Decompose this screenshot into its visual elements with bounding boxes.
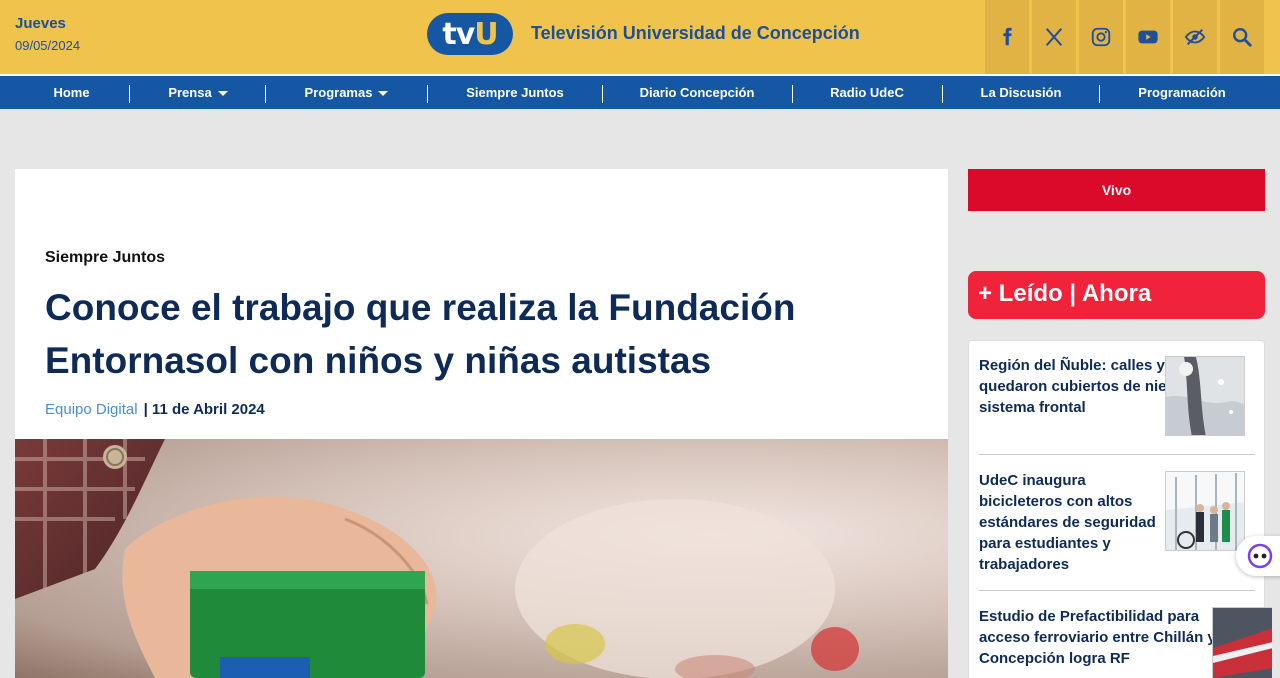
article-headline: Conoce el trabajo que realiza la Fundaci… — [45, 287, 796, 381]
youtube-icon[interactable] — [1126, 0, 1170, 74]
divider — [979, 590, 1255, 591]
article-category[interactable]: Siempre Juntos — [45, 249, 165, 267]
article-author-link[interactable]: Equipo Digital — [45, 401, 138, 418]
accessibility-icon[interactable] — [1173, 0, 1217, 74]
main-nav: Home Prensa Programas Siempre Juntos Dia… — [0, 74, 1280, 109]
top-header: Jueves 09/05/2024 tvU Televisión Univers… — [0, 0, 1280, 74]
most-read-header: + Leído | Ahora — [968, 271, 1265, 319]
article-byline: Equipo Digital | 11 de Abril 2024 — [45, 401, 265, 418]
article-hero-image — [15, 439, 948, 678]
chatbot-icon — [1247, 543, 1273, 569]
facebook-icon[interactable] — [985, 0, 1029, 74]
nav-separator — [129, 85, 130, 103]
nav-separator — [602, 85, 603, 103]
nav-item-programas[interactable]: Programas — [290, 76, 403, 109]
nav-item-la-discusion[interactable]: La Discusión — [962, 76, 1080, 109]
nav-separator — [1099, 85, 1100, 103]
current-day: Jueves — [15, 15, 66, 32]
child-playing-blocks-image — [15, 439, 859, 678]
nav-separator — [792, 85, 793, 103]
instagram-icon[interactable] — [1079, 0, 1123, 74]
bike-racks-thumbnail[interactable] — [1165, 471, 1245, 551]
caret-down-icon — [378, 91, 389, 97]
current-date: 09/05/2024 — [15, 38, 81, 53]
article-date: | 11 de Abril 2024 — [143, 401, 265, 418]
nav-separator — [427, 85, 428, 103]
site-title[interactable]: Televisión Universidad de Concepción — [531, 23, 860, 44]
nav-item-programacion[interactable]: Programación — [1117, 76, 1247, 109]
most-read-list: Región del Ñuble: calles y árboles queda… — [968, 340, 1272, 678]
snow-trees-thumbnail[interactable] — [1165, 356, 1245, 436]
nav-separator — [265, 85, 266, 103]
tvu-logo[interactable]: tvU — [427, 13, 513, 55]
nav-item-home[interactable]: Home — [35, 76, 108, 109]
nav-item-prensa[interactable]: Prensa — [152, 76, 244, 109]
most-read-item-title[interactable]: Estudio de Prefactibilidad para acceso f… — [979, 606, 1219, 669]
nav-item-siempre-juntos[interactable]: Siempre Juntos — [445, 76, 585, 109]
caret-down-icon — [217, 91, 228, 97]
nav-item-radio-udec[interactable]: Radio UdeC — [812, 76, 922, 109]
chat-widget-button[interactable] — [1236, 536, 1280, 576]
train-thumbnail[interactable] — [1212, 607, 1272, 678]
most-read-item-title[interactable]: UdeC inaugura bicicleteros con altos est… — [979, 470, 1159, 575]
divider — [979, 454, 1255, 455]
nav-item-diario-concepcion[interactable]: Diario Concepción — [622, 76, 772, 109]
nav-separator — [942, 85, 943, 103]
list-item[interactable]: Estudio de Prefactibilidad para acceso f… — [979, 606, 1219, 669]
article-header-card: Siempre Juntos Conoce el trabajo que rea… — [15, 169, 948, 439]
x-icon[interactable] — [1032, 0, 1076, 74]
live-button[interactable]: Vivo — [968, 169, 1265, 211]
search-icon[interactable] — [1220, 0, 1264, 74]
